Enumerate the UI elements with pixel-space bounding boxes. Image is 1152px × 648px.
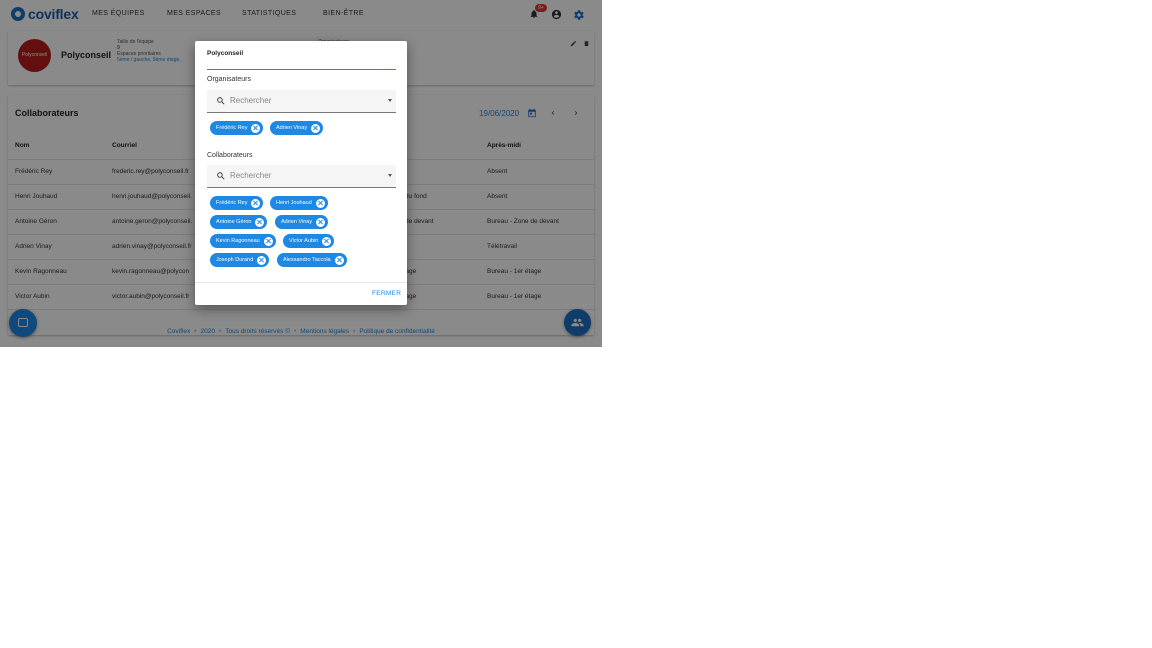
collaborator-chip[interactable]: Antoine Géron bbox=[210, 215, 268, 229]
dropdown-arrow-icon bbox=[388, 99, 392, 102]
team-name-field[interactable]: Polyconseil bbox=[207, 50, 243, 57]
chip-remove-icon[interactable] bbox=[257, 255, 267, 265]
chip-remove-icon[interactable] bbox=[251, 198, 261, 208]
collaborators-search-placeholder: Rechercher bbox=[230, 171, 272, 180]
close-button[interactable]: FERMER bbox=[372, 290, 401, 297]
collaborator-chip[interactable]: Henri Jouhaud bbox=[270, 196, 328, 210]
chip-remove-icon[interactable] bbox=[263, 236, 273, 246]
chip-label: Kevin Ragonneau bbox=[216, 238, 260, 244]
organizer-chip[interactable]: Frédéric Rey bbox=[210, 121, 264, 135]
organizers-label: Organisateurs bbox=[207, 76, 251, 83]
app-root: coviflex MES ÉQUIPES MES ESPACES STATIST… bbox=[0, 0, 602, 347]
chip-label: Joseph Durand bbox=[216, 257, 254, 263]
chip-label: Adrien Vinay bbox=[276, 125, 308, 131]
chip-remove-icon[interactable] bbox=[334, 255, 344, 265]
organizers-search-placeholder: Rechercher bbox=[230, 96, 272, 105]
chip-label: Frédéric Rey bbox=[216, 200, 248, 206]
collaborator-chip[interactable]: Kevin Ragonneau bbox=[210, 234, 276, 248]
chip-remove-icon[interactable] bbox=[311, 123, 321, 133]
chip-remove-icon[interactable] bbox=[255, 217, 265, 227]
collaborator-chip[interactable]: Alessandro Taccola bbox=[277, 253, 347, 267]
collaborators-label: Collaborateurs bbox=[207, 152, 253, 159]
chip-label: Antoine Géron bbox=[216, 219, 252, 225]
chip-label: Henri Jouhaud bbox=[276, 200, 312, 206]
collaborators-search-select[interactable]: Rechercher bbox=[207, 165, 396, 188]
edit-team-dialog: Polyconseil Organisateurs Rechercher Fré… bbox=[195, 41, 407, 305]
chip-label: Frédéric Rey bbox=[216, 125, 248, 131]
chip-label: Alessandro Taccola bbox=[283, 257, 331, 263]
organizers-search-select[interactable]: Rechercher bbox=[207, 90, 396, 113]
collaborator-chip[interactable]: Victor Aubin bbox=[283, 234, 335, 248]
dialog-divider bbox=[195, 282, 407, 283]
chip-remove-icon[interactable] bbox=[251, 123, 261, 133]
collaborator-chip[interactable]: Frédéric Rey bbox=[210, 196, 264, 210]
dropdown-arrow-icon bbox=[388, 174, 392, 177]
team-name-underline bbox=[207, 69, 396, 70]
chip-label: Victor Aubin bbox=[289, 238, 319, 244]
chip-remove-icon[interactable] bbox=[315, 198, 325, 208]
collaborator-chip[interactable]: Adrien Vinay bbox=[275, 215, 329, 229]
chip-remove-icon[interactable] bbox=[322, 236, 332, 246]
chip-label: Adrien Vinay bbox=[281, 219, 313, 225]
search-icon bbox=[217, 172, 225, 180]
search-icon bbox=[217, 97, 225, 105]
chip-remove-icon[interactable] bbox=[316, 217, 326, 227]
collaborator-chip[interactable]: Joseph Durand bbox=[210, 253, 270, 267]
organizer-chip[interactable]: Adrien Vinay bbox=[270, 121, 324, 135]
